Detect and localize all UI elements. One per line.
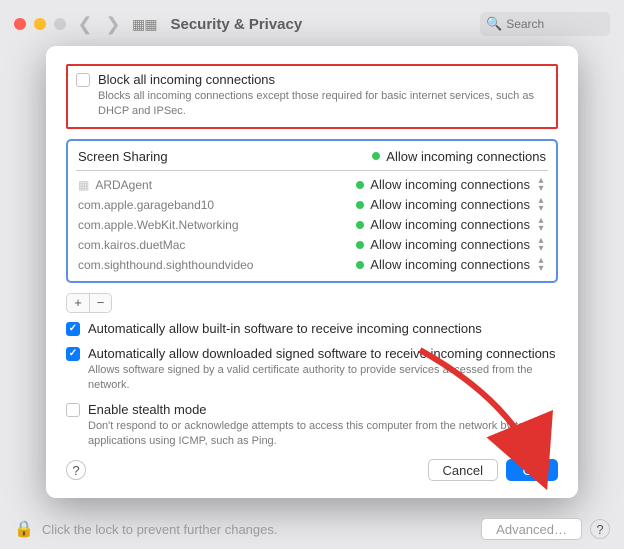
apps-list-header: Screen Sharing Allow incoming connection… [76, 145, 548, 168]
divider [76, 170, 548, 171]
ok-button[interactable]: OK [506, 459, 558, 481]
apps-header-status: Allow incoming connections [386, 149, 546, 164]
add-button[interactable]: + [67, 294, 89, 312]
help-button-bottom[interactable]: ? [590, 519, 610, 539]
auto-signed-label: Automatically allow downloaded signed so… [88, 346, 556, 361]
apps-header-name: Screen Sharing [78, 149, 168, 164]
traffic-lights [14, 18, 66, 30]
advanced-button[interactable]: Advanced… [481, 518, 582, 540]
status-stepper[interactable]: ▴▾ [536, 257, 546, 273]
status-stepper[interactable]: ▴▾ [536, 177, 546, 193]
app-row[interactable]: com.kairos.duetMac Allow incoming connec… [76, 235, 548, 255]
block-all-checkbox[interactable] [76, 73, 90, 87]
status-stepper[interactable]: ▴▾ [536, 197, 546, 213]
status-dot-icon [356, 201, 364, 209]
back-button[interactable]: ❮ [76, 14, 94, 35]
app-status: Allow incoming connections [370, 257, 530, 272]
stealth-checkbox[interactable] [66, 403, 80, 417]
auto-builtin-checkbox[interactable]: ✓ [66, 322, 80, 336]
zoom-window-button[interactable] [54, 18, 66, 30]
status-dot-icon [356, 221, 364, 229]
window-title: Security & Privacy [170, 16, 302, 33]
remove-button[interactable]: − [89, 294, 111, 312]
block-all-label: Block all incoming connections [98, 72, 275, 87]
status-dot-icon [372, 152, 380, 160]
help-button[interactable]: ? [66, 460, 86, 480]
app-name: com.kairos.duetMac [78, 238, 356, 252]
status-dot-icon [356, 261, 364, 269]
search-field[interactable]: 🔍 [480, 12, 610, 36]
status-stepper[interactable]: ▴▾ [536, 237, 546, 253]
app-status: Allow incoming connections [370, 237, 530, 252]
app-status: Allow incoming connections [370, 197, 530, 212]
status-dot-icon [356, 181, 364, 189]
minimize-window-button[interactable] [34, 18, 46, 30]
app-status: Allow incoming connections [370, 217, 530, 232]
window-toolbar: ❮ ❯ ▦▦ Security & Privacy 🔍 [0, 0, 624, 48]
close-window-button[interactable] [14, 18, 26, 30]
block-all-highlight: Block all incoming connections Blocks al… [66, 64, 558, 129]
auto-signed-checkbox[interactable]: ✓ [66, 347, 80, 361]
app-row[interactable]: ▦ ARDAgent Allow incoming connections ▴▾ [76, 175, 548, 195]
auto-signed-description: Allows software signed by a valid certif… [88, 363, 558, 393]
app-row[interactable]: com.sighthound.sighthoundvideo Allow inc… [76, 255, 548, 275]
app-status: Allow incoming connections [370, 177, 530, 192]
stealth-description: Don't respond to or acknowledge attempts… [88, 419, 558, 449]
search-icon: 🔍 [486, 16, 502, 32]
firewall-options-sheet: Block all incoming connections Blocks al… [46, 46, 578, 498]
app-row[interactable]: com.apple.garageband10 Allow incoming co… [76, 195, 548, 215]
app-name: ARDAgent [95, 178, 356, 192]
apps-list-highlight: Screen Sharing Allow incoming connection… [66, 139, 558, 283]
add-remove-control: + − [66, 293, 112, 313]
status-dot-icon [356, 241, 364, 249]
app-icon: ▦ [78, 178, 89, 192]
show-all-icon[interactable]: ▦▦ [132, 16, 156, 33]
app-name: com.apple.garageband10 [78, 198, 356, 212]
search-input[interactable] [506, 17, 604, 31]
block-all-description: Blocks all incoming connections except t… [98, 89, 548, 119]
status-stepper[interactable]: ▴▾ [536, 217, 546, 233]
forward-button[interactable]: ❯ [104, 14, 122, 35]
app-name: com.sighthound.sighthoundvideo [78, 258, 356, 272]
app-name: com.apple.WebKit.Networking [78, 218, 356, 232]
lock-icon[interactable]: 🔒 [14, 519, 34, 539]
app-row[interactable]: com.apple.WebKit.Networking Allow incomi… [76, 215, 548, 235]
lock-text: Click the lock to prevent further change… [42, 522, 278, 537]
cancel-button[interactable]: Cancel [428, 459, 498, 481]
stealth-label: Enable stealth mode [88, 402, 207, 417]
bottom-bar: 🔒 Click the lock to prevent further chan… [0, 509, 624, 549]
auto-builtin-label: Automatically allow built-in software to… [88, 321, 482, 336]
